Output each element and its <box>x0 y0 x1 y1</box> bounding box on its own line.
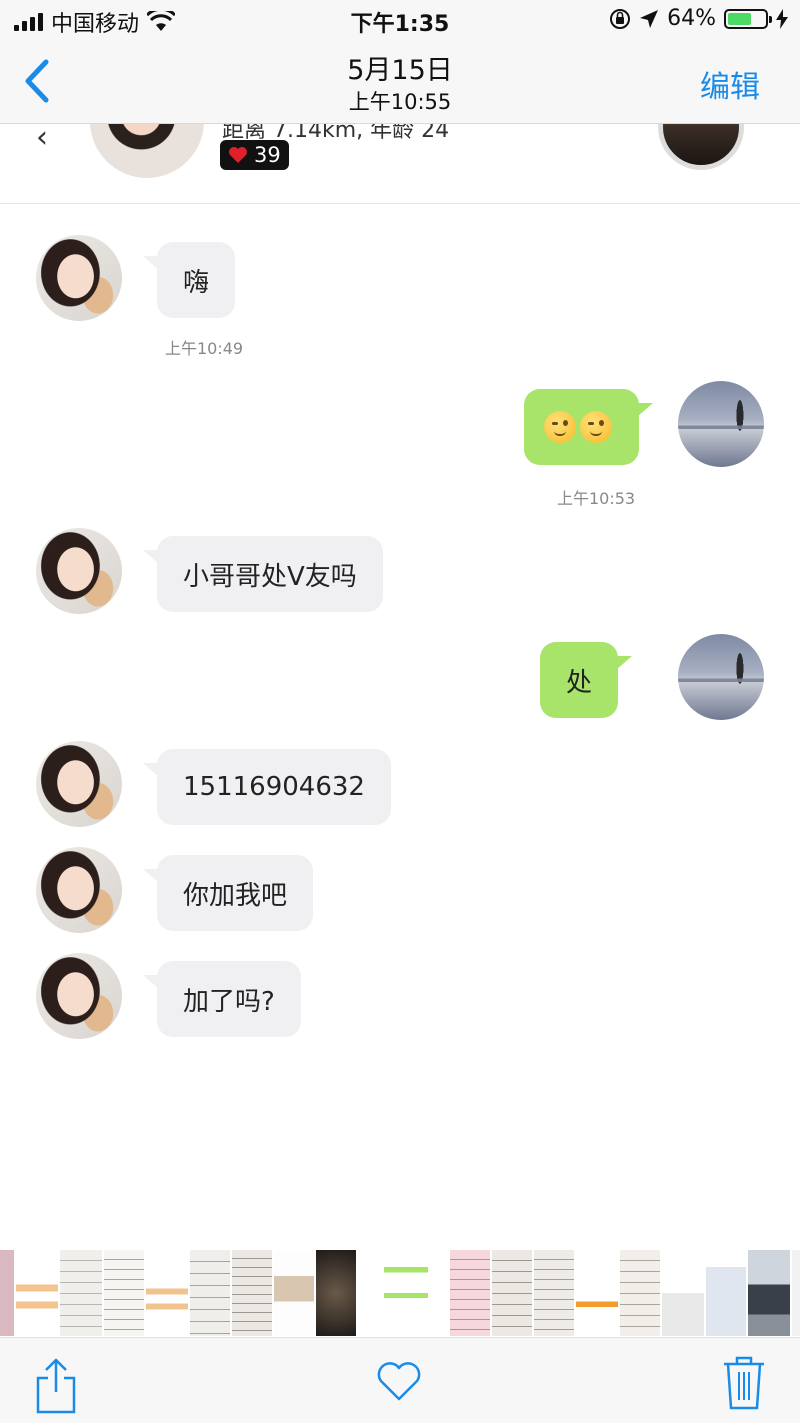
avatar[interactable] <box>36 528 122 614</box>
photo-thumbnail[interactable] <box>430 1250 448 1336</box>
share-icon <box>36 1358 76 1414</box>
favorite-button[interactable] <box>376 1362 424 1414</box>
location-icon <box>640 9 659 28</box>
message-bubble-incoming[interactable]: 15116904632 <box>143 749 391 825</box>
heart-outline-icon <box>377 1362 421 1401</box>
delete-button[interactable] <box>722 1354 770 1410</box>
photo-thumbnail[interactable] <box>534 1250 574 1336</box>
message-text: 加了吗? <box>183 986 275 1017</box>
photo-thumbnail[interactable] <box>358 1250 382 1336</box>
message-text: 小哥哥处V友吗 <box>183 561 357 592</box>
nav-title: 5月15日 <box>347 55 453 86</box>
photo-thumbnail[interactable] <box>190 1250 230 1336</box>
avatar[interactable] <box>36 235 122 321</box>
likes-count: 39 <box>254 143 281 167</box>
rotation-lock-icon <box>610 8 631 29</box>
photo-thumbnail[interactable] <box>384 1250 428 1336</box>
photo-thumbnail[interactable] <box>60 1250 102 1336</box>
photo-thumbnail[interactable] <box>16 1250 58 1336</box>
winking-face-icon <box>544 411 612 443</box>
photo-thumbnail[interactable] <box>492 1250 532 1336</box>
avatar[interactable] <box>36 741 122 827</box>
message-text: 嗨 <box>183 267 210 298</box>
share-button[interactable] <box>34 1358 82 1414</box>
battery-icon <box>724 8 772 29</box>
heart-icon <box>229 147 247 163</box>
message-timestamp: 上午10:53 <box>557 489 636 508</box>
chevron-left-icon: ‹ <box>36 124 48 155</box>
battery-fill <box>728 12 751 25</box>
photo-thumbnail[interactable] <box>274 1250 314 1336</box>
message-text: 15116904632 <box>183 772 365 802</box>
photo-thumbnail[interactable] <box>748 1250 790 1336</box>
message-bubble-incoming[interactable]: 嗨 <box>142 242 236 318</box>
profile-header: ‹ 距离 7.14km, 年龄 24 39 <box>0 124 800 204</box>
message-bubble-incoming[interactable]: 小哥哥处V友吗 <box>143 536 383 612</box>
message-bubble-incoming[interactable]: 你加我吧 <box>142 855 314 931</box>
photo-thumbnail[interactable] <box>316 1250 356 1336</box>
photo-thumbnail[interactable] <box>792 1250 800 1336</box>
avatar[interactable] <box>36 847 122 933</box>
photo-thumbnail[interactable] <box>0 1250 14 1336</box>
status-bar: 中国移动 下午1:35 64% <box>0 0 800 40</box>
photo-thumbnail[interactable] <box>576 1250 618 1336</box>
trash-icon <box>724 1356 764 1410</box>
photo-thumbnail[interactable] <box>450 1250 490 1336</box>
photo-thumbnail[interactable] <box>104 1250 144 1336</box>
message-bubble-outgoing[interactable]: 处 <box>540 642 633 718</box>
photo-thumbnail[interactable] <box>662 1250 704 1336</box>
message-bubble-incoming[interactable]: 加了吗? <box>143 961 301 1037</box>
charging-icon <box>776 8 788 29</box>
edit-button[interactable]: 编辑 <box>700 62 760 106</box>
message-bubble-outgoing[interactable] <box>524 389 653 465</box>
photo-thumbnail[interactable] <box>620 1250 660 1336</box>
avatar <box>658 124 744 170</box>
avatar[interactable] <box>678 634 764 720</box>
photo-thumbnail-strip[interactable] <box>0 1250 800 1336</box>
photo-thumbnail[interactable] <box>706 1250 746 1336</box>
message-text: 处 <box>566 667 593 698</box>
photo-thumbnail[interactable] <box>232 1250 272 1336</box>
photo-thumbnail[interactable] <box>146 1250 188 1336</box>
avatar <box>90 124 204 178</box>
chat-area: 嗨 上午10:49 上午10:53 小哥哥处V友吗 处 15116904632 … <box>0 205 800 1245</box>
message-text: 你加我吧 <box>183 880 288 911</box>
nav-bar: 5月15日 上午10:55 编辑 <box>0 40 800 124</box>
likes-badge: 39 <box>220 140 289 170</box>
bottom-toolbar <box>0 1337 800 1423</box>
avatar[interactable] <box>36 953 122 1039</box>
nav-subtitle: 上午10:55 <box>348 90 452 114</box>
battery-percent: 64% <box>667 6 716 31</box>
status-right: 64% <box>609 6 788 31</box>
avatar[interactable] <box>678 381 764 467</box>
message-timestamp: 上午10:49 <box>165 339 244 358</box>
